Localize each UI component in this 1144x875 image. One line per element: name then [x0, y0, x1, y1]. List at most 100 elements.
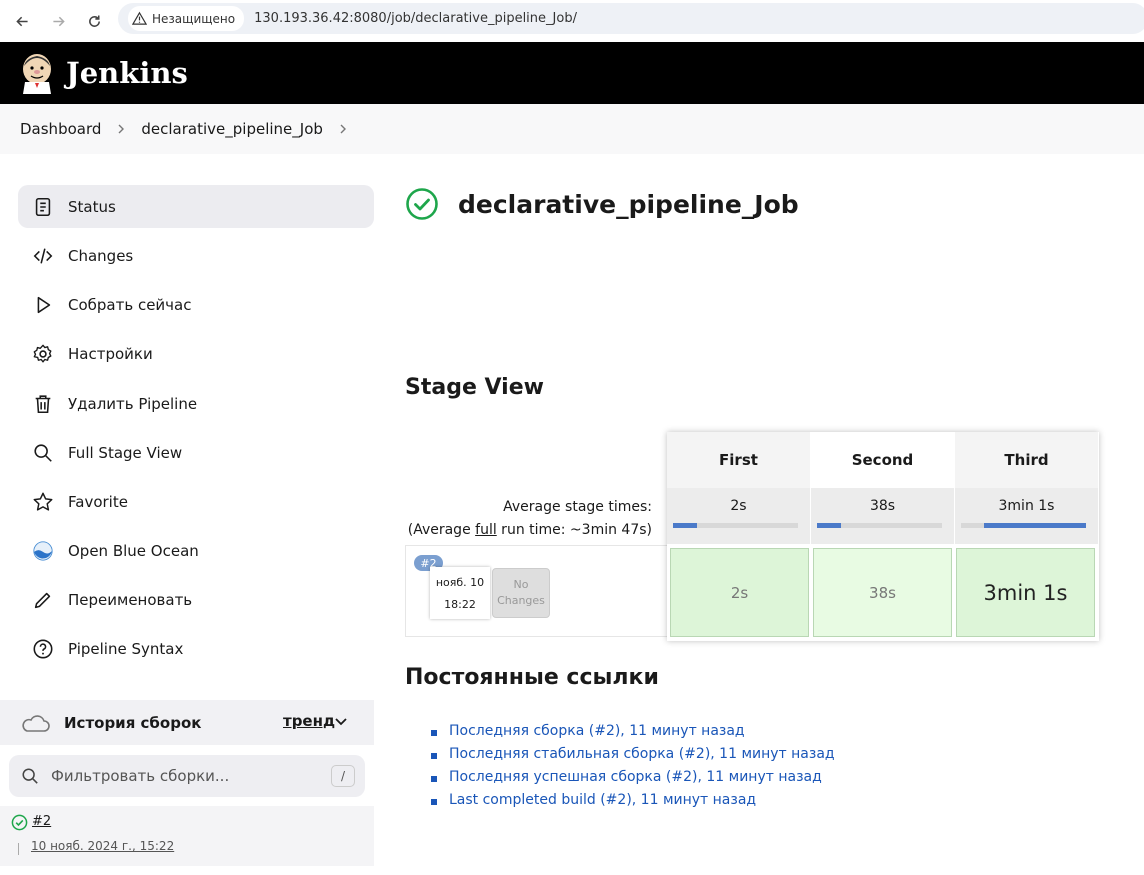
build-history-header: История сборок тренд [0, 700, 374, 745]
avg-run-suffix: run time: ~3min 47s) [496, 522, 652, 538]
sidebar-item-label: Удалить Pipeline [68, 394, 198, 413]
trend-link[interactable]: тренд [283, 712, 335, 730]
changes-line1: No [513, 578, 529, 591]
build-filter-input[interactable]: Фильтровать сборки... / [9, 755, 365, 797]
security-label: Незащищено [152, 11, 236, 26]
stage-grid: First Second Third 2s 38s 3min 1s 2s 38s… [667, 432, 1099, 641]
sidebar-item-changes[interactable]: Changes [18, 234, 374, 277]
app-title[interactable]: Jenkins [66, 56, 188, 90]
play-icon [30, 292, 56, 318]
build-history-row[interactable]: #2 10 нояб. 2024 г., 15:22 [0, 806, 374, 866]
sidebar-item-build-now[interactable]: Собрать сейчас [18, 283, 374, 326]
filter-placeholder: Фильтровать сборки... [51, 767, 230, 785]
jenkins-header: Jenkins [0, 42, 1144, 104]
breadcrumb-job[interactable]: declarative_pipeline_Job [141, 120, 323, 138]
stage-avg-bar [961, 523, 1086, 528]
sidebar-item-label: Настройки [68, 344, 153, 363]
sidebar-item-pipeline-syntax[interactable]: Pipeline Syntax [18, 627, 374, 670]
stage-cell-third[interactable]: 3min 1s [956, 548, 1095, 637]
avg-run-prefix: (Average [407, 522, 476, 538]
chevron-right-icon[interactable] [323, 123, 363, 135]
stage-header-first: First [667, 432, 810, 488]
sidebar-item-label: Pipeline Syntax [68, 639, 184, 658]
trash-icon [30, 391, 56, 417]
build-history-title: История сборок [64, 713, 202, 732]
run-date: нояб. 10 [435, 575, 485, 589]
jenkins-logo-icon[interactable] [20, 52, 54, 94]
sidebar-item-label: Favorite [68, 492, 128, 511]
forward-icon[interactable] [40, 3, 76, 39]
permalink-last-build[interactable]: Последняя сборка (#2), 11 минут назад [430, 723, 835, 746]
star-icon [30, 489, 56, 515]
sidebar-item-label: Переименовать [68, 590, 193, 609]
sidebar-item-settings[interactable]: Настройки [18, 332, 374, 375]
keyboard-shortcut-hint: / [331, 765, 355, 787]
page-title: declarative_pipeline_Job [458, 190, 799, 219]
breadcrumb: Dashboard declarative_pipeline_Job [0, 104, 1144, 154]
stage-avg-bar [673, 523, 798, 528]
chevron-down-icon[interactable] [334, 715, 348, 729]
sidebar-item-label: Changes [68, 246, 134, 265]
build-date-link[interactable]: 10 нояб. 2024 г., 15:22 [31, 839, 174, 853]
stage-cell-second[interactable]: 38s [813, 548, 952, 637]
blue-ocean-icon [30, 538, 56, 564]
run-changes-box[interactable]: No Changes [492, 568, 550, 618]
document-icon [30, 194, 56, 220]
sidebar-item-label: Status [68, 197, 116, 216]
permalink-last-stable[interactable]: Последняя стабильная сборка (#2), 11 мин… [430, 746, 835, 769]
avg-run-time: (Average full run time: ~3min 47s) [405, 522, 652, 538]
reload-icon[interactable] [76, 3, 112, 39]
breadcrumb-dashboard[interactable]: Dashboard [20, 120, 101, 138]
sidebar-item-label: Full Stage View [68, 443, 183, 462]
run-time: 18:22 [444, 597, 476, 611]
full-run-link[interactable]: full [475, 522, 497, 538]
search-icon [30, 440, 56, 466]
permalink-last-successful[interactable]: Последняя успешная сборка (#2), 11 минут… [430, 769, 835, 792]
stage-avg-second: 38s [811, 488, 954, 544]
stage-avg-value: 3min 1s [998, 498, 1055, 514]
warning-icon [132, 11, 147, 25]
stage-header-second: Second [811, 432, 954, 488]
help-icon [30, 636, 56, 662]
stage-avg-bar [817, 523, 942, 528]
sidebar-item-full-stage-view[interactable]: Full Stage View [18, 431, 374, 474]
build-number-link[interactable]: #2 [32, 814, 51, 829]
sidebar-item-label: Собрать сейчас [68, 295, 192, 314]
address-bar[interactable]: Незащищено 130.193.36.42:8080/job/declar… [118, 3, 1144, 34]
url-text[interactable]: 130.193.36.42:8080/job/declarative_pipel… [254, 11, 577, 26]
stage-avg-bar-fill [817, 523, 841, 528]
chevron-right-icon[interactable] [101, 123, 141, 135]
code-icon [30, 243, 56, 269]
changes-line2: Changes [497, 594, 545, 607]
cloud-icon [22, 714, 50, 732]
security-chip[interactable]: Незащищено [128, 6, 245, 31]
pencil-icon [30, 587, 56, 613]
sidebar-item-favorite[interactable]: Favorite [18, 480, 374, 523]
permalinks-list: Последняя сборка (#2), 11 минут назад По… [430, 723, 835, 815]
search-icon [22, 768, 38, 784]
sidebar-item-status[interactable]: Status [18, 185, 374, 228]
sidebar-item-rename[interactable]: Переименовать [18, 578, 374, 621]
sidebar-item-blue-ocean[interactable]: Open Blue Ocean [18, 529, 374, 572]
sidebar-item-label: Open Blue Ocean [68, 541, 199, 560]
stage-avg-value: 38s [869, 498, 896, 514]
stage-header-third: Third [955, 432, 1098, 488]
gear-icon [30, 341, 56, 367]
stage-avg-value: 2s [730, 498, 747, 514]
stage-view-heading: Stage View [405, 375, 544, 400]
permalinks-heading: Постоянные ссылки [405, 665, 659, 690]
timeline-tick [18, 843, 19, 855]
permalink-last-completed[interactable]: Last completed build (#2), 11 минут наза… [430, 792, 835, 815]
run-date-card[interactable]: нояб. 10 18:22 [430, 567, 490, 619]
success-check-icon [11, 814, 28, 831]
sidebar-item-delete[interactable]: Удалить Pipeline [18, 382, 374, 425]
back-icon[interactable] [4, 3, 40, 39]
success-check-icon [406, 188, 438, 220]
avg-stage-times-label: Average stage times: [503, 499, 652, 515]
stage-avg-bar-fill [673, 523, 697, 528]
stage-avg-bar-fill [983, 523, 1086, 528]
browser-toolbar: Незащищено 130.193.36.42:8080/job/declar… [0, 0, 1144, 42]
stage-cell-first[interactable]: 2s [670, 548, 809, 637]
stage-avg-first: 2s [667, 488, 810, 544]
stage-avg-third: 3min 1s [955, 488, 1098, 544]
